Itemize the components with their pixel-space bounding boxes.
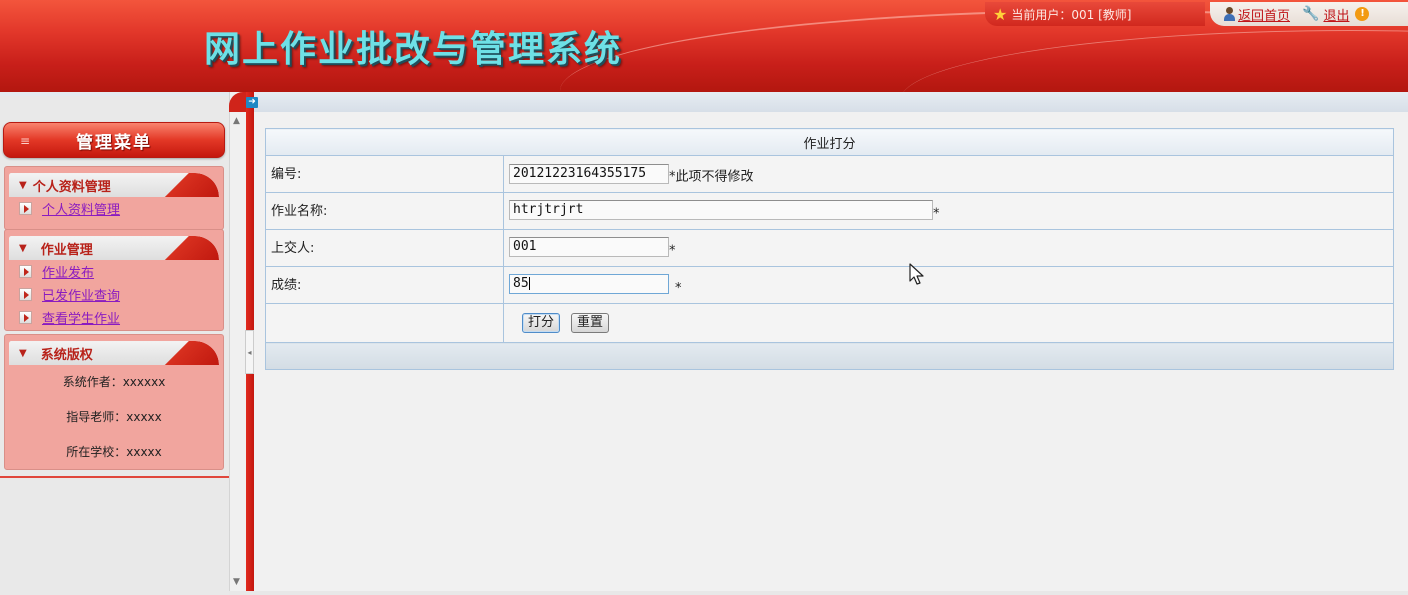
form-row-id: 编号: 20121223164355175 *此项不得修改 xyxy=(265,155,1394,193)
bullet-arrow-icon xyxy=(19,202,32,215)
wrench-icon: 🔧 xyxy=(1302,6,1320,22)
collapse-sidebar-handle[interactable]: ◂ xyxy=(245,330,254,374)
bullet-arrow-icon xyxy=(19,265,32,278)
menu-title-bar: ≡ 管理菜单 xyxy=(3,122,225,158)
reset-button[interactable]: 重置 xyxy=(571,313,610,333)
score-field[interactable]: 85 xyxy=(509,274,669,295)
person-icon xyxy=(1224,7,1235,21)
home-link[interactable]: 返回首页 xyxy=(1238,5,1290,24)
id-field[interactable]: 20121223164355175 xyxy=(509,163,669,184)
info-author: 系统作者：xxxxxx xyxy=(62,375,166,389)
id-readonly-note: *此项不得修改 xyxy=(669,169,754,185)
sidebar-item-publish[interactable]: 作业发布 xyxy=(5,260,223,283)
name-label: 作业名称: xyxy=(265,192,504,230)
info-school: 所在学校：xxxxx xyxy=(66,445,162,459)
score-value: 85 xyxy=(513,276,529,292)
sidebar-section-profile: ▼ 个人资料管理 个人资料管理 xyxy=(4,166,224,230)
arrow-right-icon[interactable]: ➜ xyxy=(246,97,258,108)
submitter-field[interactable]: 001 xyxy=(509,237,669,258)
sidebar-section-header[interactable]: ▼ 作业管理 xyxy=(9,236,219,260)
form-row-submitter: 上交人: 001 * xyxy=(265,229,1394,267)
logout-link[interactable]: 退出 xyxy=(1323,5,1349,24)
sidebar: ≡ 管理菜单 ▼ 个人资料管理 个人资料管理 ▼ 作业管理 作业发布 已发作业查… xyxy=(0,92,229,595)
sidebar-item-published-query[interactable]: 已发作业查询 xyxy=(5,283,223,306)
triangle-down-icon: ▼ xyxy=(19,347,27,359)
sidebar-item-label[interactable]: 已发作业查询 xyxy=(42,285,120,304)
app-title: 网上作业批改与管理系统 xyxy=(204,28,623,70)
triangle-down-icon: ▼ xyxy=(19,179,27,191)
grading-form: 作业打分 编号: 20121223164355175 *此项不得修改 作业名称: … xyxy=(265,128,1394,370)
sidebar-scrollbar[interactable]: ▲ ▼ xyxy=(229,92,246,591)
score-label: 成绩: xyxy=(265,266,504,304)
header-banner: 网上作业批改与管理系统 ★ 当前用户：001 [教师] 返回首页 🔧 退出 ! xyxy=(0,0,1408,92)
current-user-label: 当前用户：001 [教师] xyxy=(1011,7,1132,22)
mouse-cursor-icon xyxy=(909,263,924,285)
main-topbar: ➜ xyxy=(246,92,1408,112)
star-icon: ★ xyxy=(993,4,1008,24)
required-mark: * xyxy=(933,206,940,222)
sidebar-section-header[interactable]: ▼ 系统版权 xyxy=(9,341,219,365)
sidebar-section-homework: ▼ 作业管理 作业发布 已发作业查询 查看学生作业 xyxy=(4,229,224,331)
sidebar-divider xyxy=(0,476,229,478)
sidebar-item-label[interactable]: 查看学生作业 xyxy=(42,308,120,327)
warning-icon: ! xyxy=(1355,7,1370,21)
homework-name-field[interactable]: htrjtrjrt xyxy=(509,200,933,221)
sidebar-item-label[interactable]: 个人资料管理 xyxy=(42,199,120,218)
sidebar-section-copyright: ▼ 系统版权 系统作者：xxxxxx 指导老师：xxxxx 所在学校：xxxxx xyxy=(4,334,224,470)
bullet-arrow-icon xyxy=(19,288,32,301)
triangle-down-icon: ▼ xyxy=(19,242,27,254)
sidebar-item-student-homework[interactable]: 查看学生作业 xyxy=(5,306,223,329)
form-row-actions: 打分 重置 xyxy=(265,303,1394,343)
current-user-bar: ★ 当前用户：001 [教师] xyxy=(985,2,1205,26)
sidebar-section-header[interactable]: ▼ 个人资料管理 xyxy=(9,173,219,197)
required-mark: * xyxy=(669,243,676,259)
sidebar-item-profile[interactable]: 个人资料管理 xyxy=(5,197,223,220)
header-links: 返回首页 🔧 退出 ! xyxy=(1210,2,1408,26)
required-mark: * xyxy=(675,280,682,296)
id-label: 编号: xyxy=(265,155,504,193)
scroll-down-icon[interactable]: ▼ xyxy=(233,577,240,587)
form-row-score: 成绩: 85 * xyxy=(265,266,1394,304)
actions-label-cell xyxy=(265,303,504,343)
text-caret xyxy=(528,277,530,291)
scroll-up-icon[interactable]: ▲ xyxy=(233,116,240,126)
form-footer-bar xyxy=(265,342,1394,370)
menu-title: 管理菜单 xyxy=(76,132,152,153)
info-teacher: 指导老师：xxxxx xyxy=(66,410,162,424)
score-submit-button[interactable]: 打分 xyxy=(522,313,561,333)
sidebar-item-label[interactable]: 作业发布 xyxy=(42,262,94,281)
form-row-name: 作业名称: htrjtrjrt * xyxy=(265,192,1394,230)
bullet-arrow-icon xyxy=(19,311,32,324)
form-caption: 作业打分 xyxy=(265,128,1394,156)
menu-lines-icon: ≡ xyxy=(20,134,31,148)
main-content: ➜ 作业打分 编号: 20121223164355175 *此项不得修改 作业名称… xyxy=(246,92,1408,591)
submitter-label: 上交人: xyxy=(265,229,504,267)
